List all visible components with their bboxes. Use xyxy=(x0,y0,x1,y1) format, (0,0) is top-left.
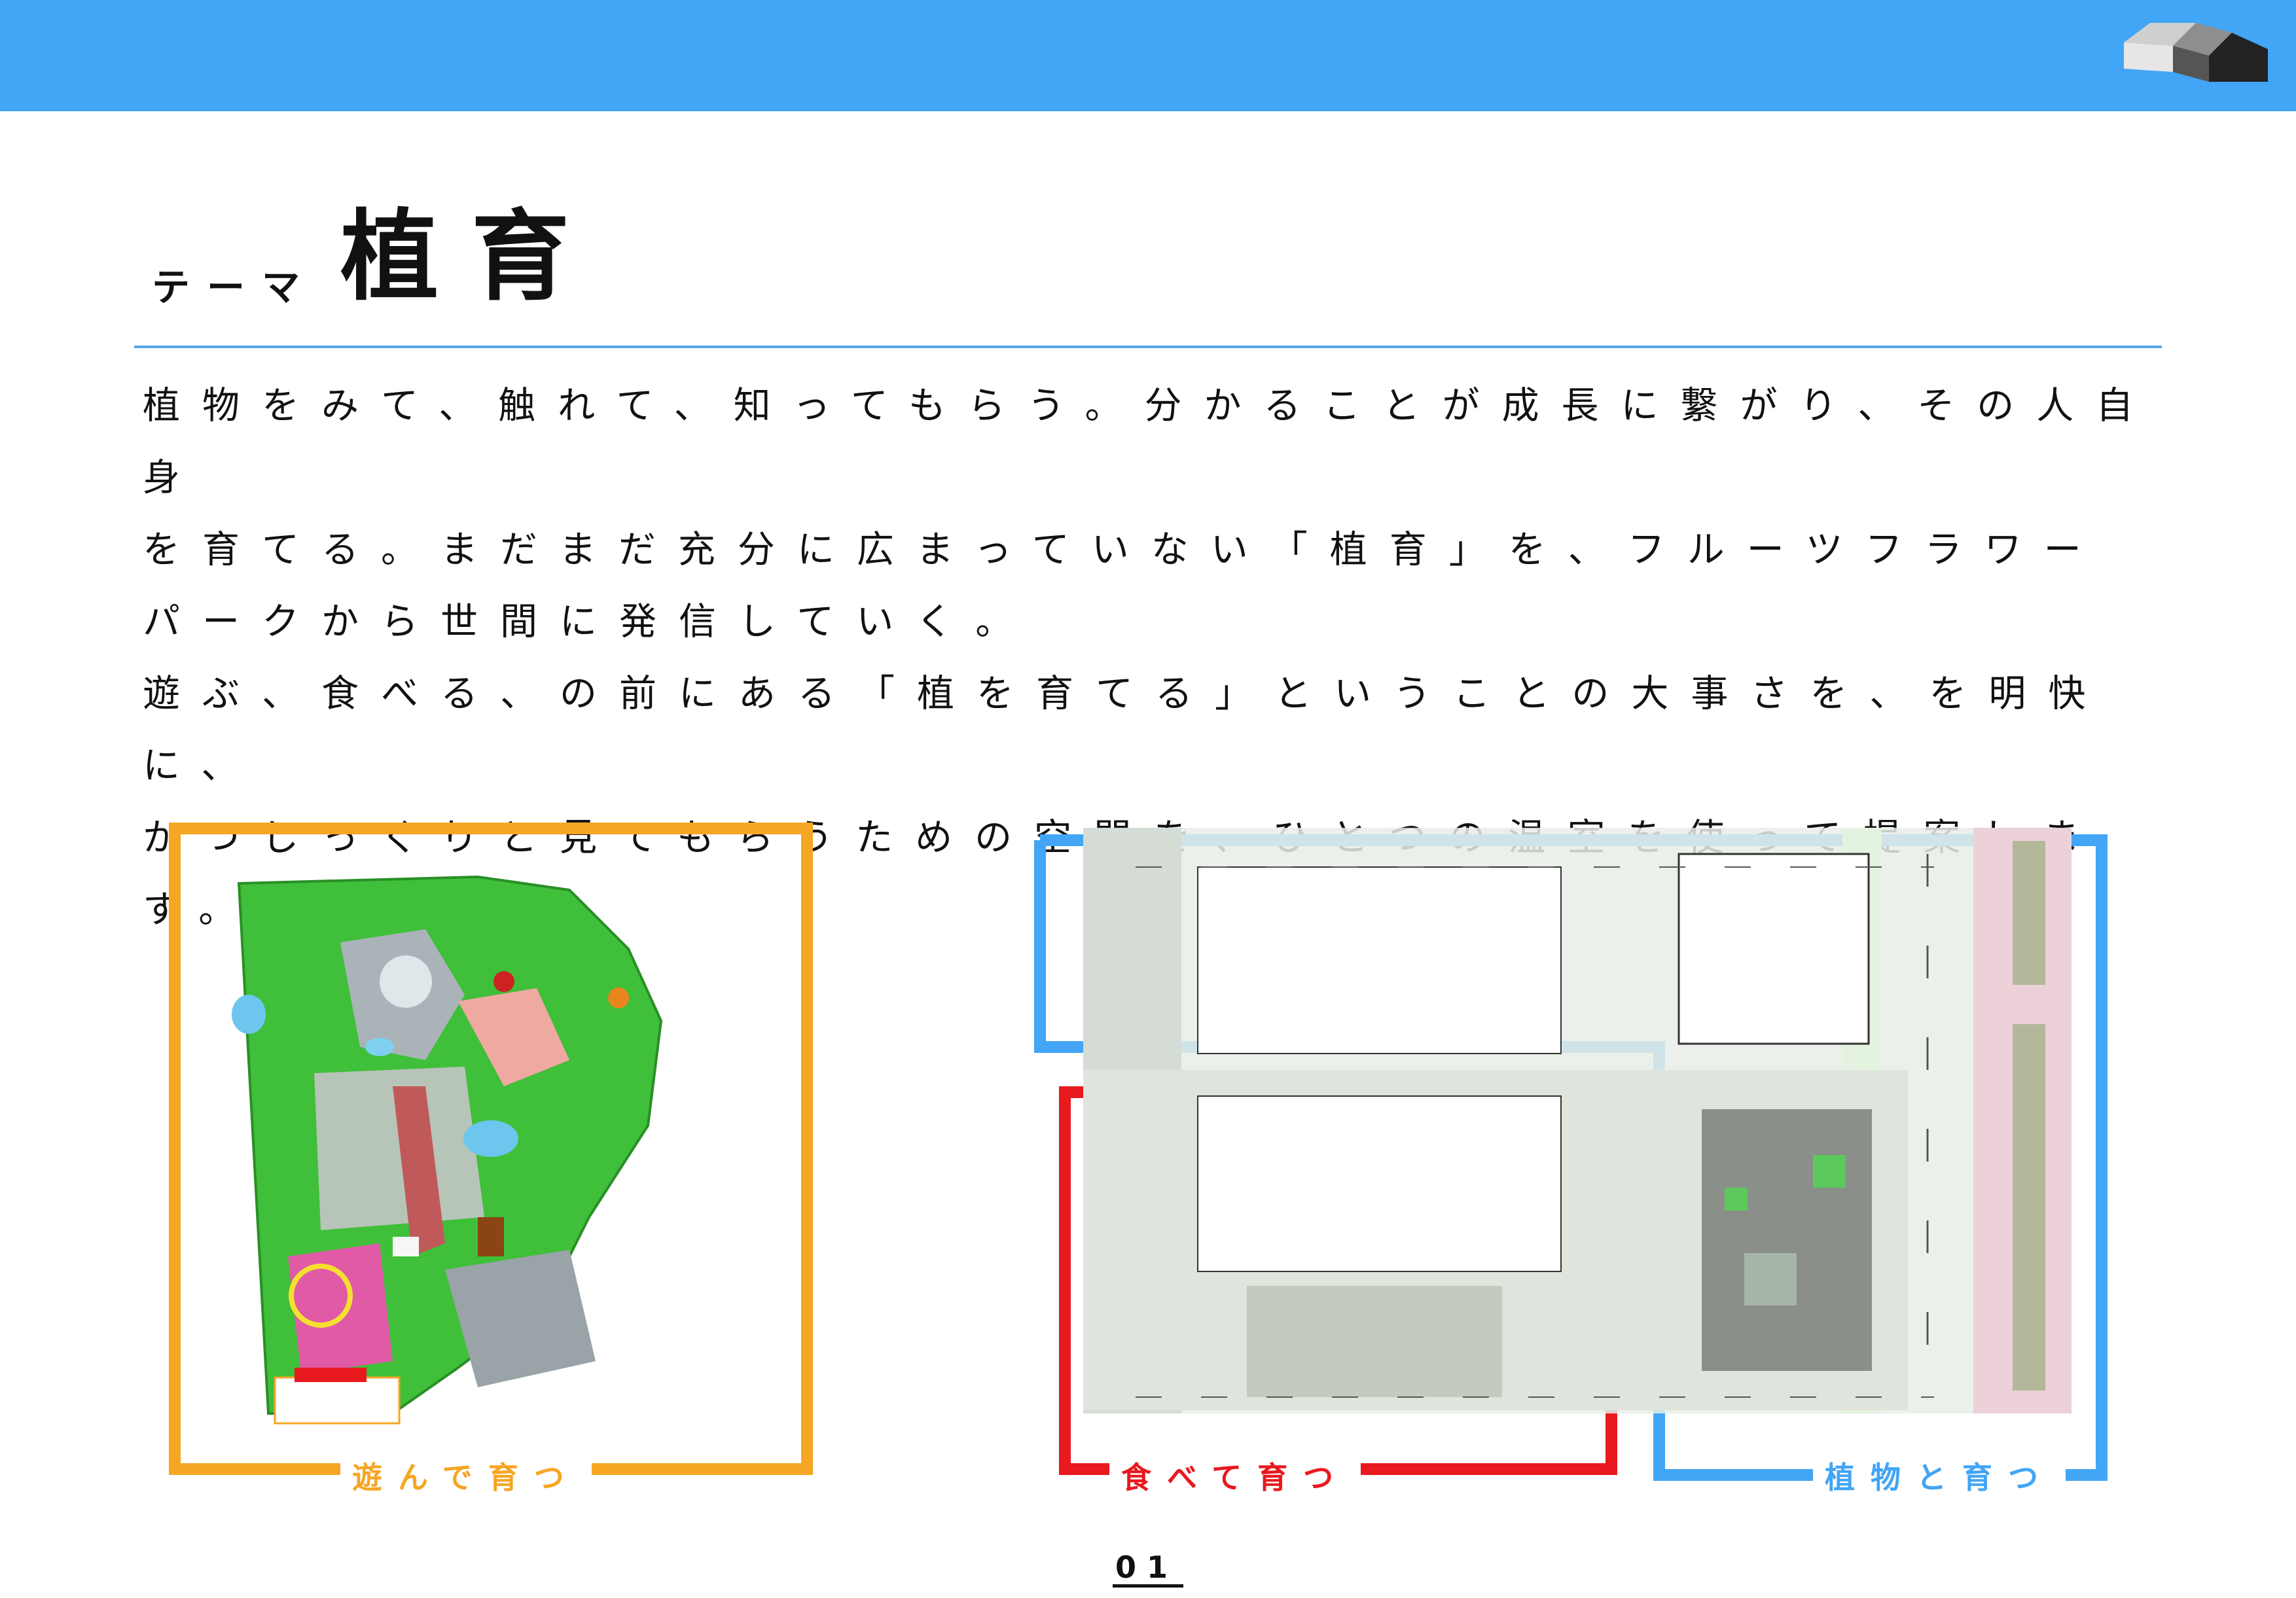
intro-line: パークから世間に発信していく。 xyxy=(143,600,1035,643)
page-title: 植育 xyxy=(340,200,603,314)
park-map-illustration xyxy=(232,875,663,1425)
greenhouse-plan-illustration xyxy=(1083,828,2072,1413)
eat-section-label: 食べて育つ xyxy=(1109,1454,1361,1497)
logo-icon xyxy=(2124,23,2268,82)
title-divider xyxy=(134,346,2162,348)
header-bar xyxy=(0,0,2296,111)
intro-line: 遊ぶ、食べる、の前にある「植を育てる」ということの大事さを、を明快に、 xyxy=(143,672,2108,787)
play-section-label: 遊んで育つ xyxy=(340,1454,592,1497)
theme-label: テーマ xyxy=(152,265,317,310)
plants-section-label: 植物と育つ xyxy=(1813,1454,2066,1497)
intro-line: 植物をみて、触れて、知ってもらう。分かることが成長に繋がり、その人自身 xyxy=(143,384,2156,499)
intro-line: を育てる。まだまだ充分に広まっていない「植育」を、フルーツフラワー xyxy=(143,528,2104,571)
page-number: 01 xyxy=(1113,1551,1184,1588)
